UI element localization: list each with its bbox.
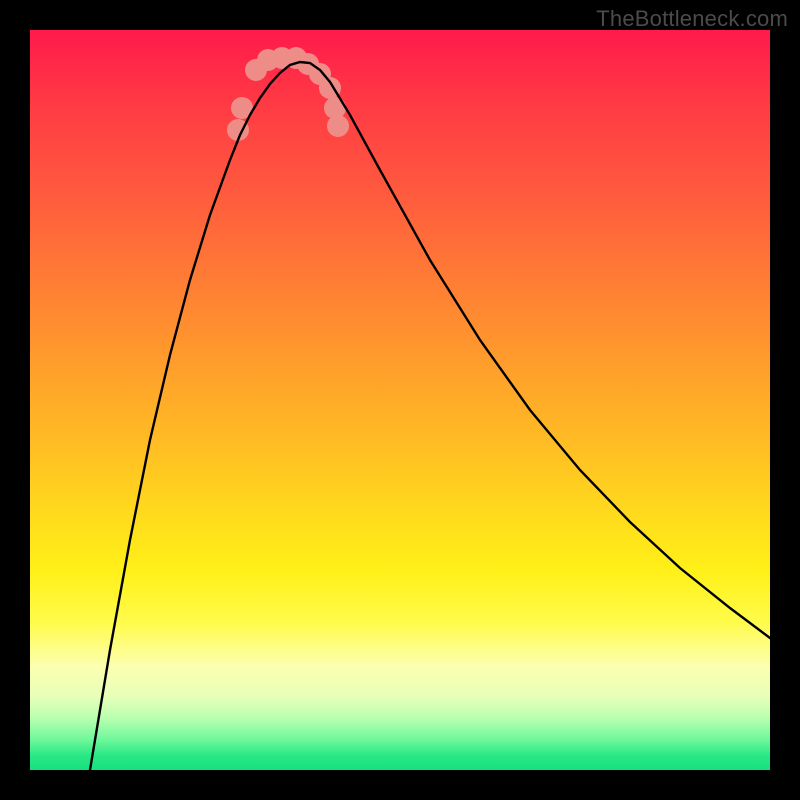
curve-layer	[30, 30, 770, 770]
watermark-text: TheBottleneck.com	[596, 6, 788, 32]
bottleneck-curve	[90, 62, 770, 770]
chart-frame: TheBottleneck.com	[0, 0, 800, 800]
valley-marker	[327, 115, 349, 137]
plot-area	[30, 30, 770, 770]
